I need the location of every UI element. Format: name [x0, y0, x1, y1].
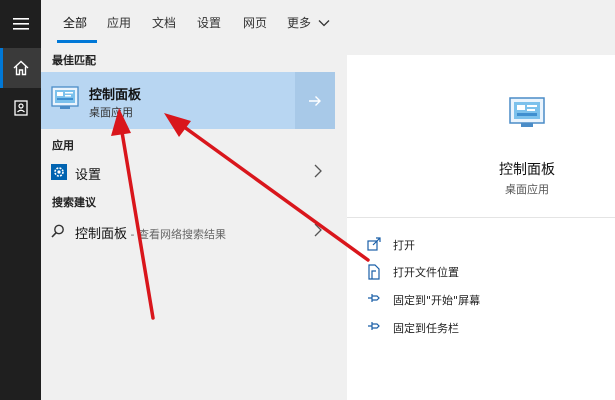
best-match-expand-button[interactable] — [295, 72, 335, 129]
search-filter-tabs: 全部 应用 文档 设置 网页 更多 — [41, 0, 615, 44]
home-button[interactable] — [0, 48, 41, 88]
best-match-title: 控制面板 — [89, 88, 142, 103]
detail-title: 控制面板 — [499, 162, 555, 178]
section-title-apps: 应用 — [52, 139, 74, 152]
left-rail — [0, 0, 41, 400]
pin-icon — [368, 294, 380, 302]
search-icon — [51, 224, 64, 238]
tab-documents[interactable]: 文档 — [152, 14, 176, 31]
section-title-best-match: 最佳匹配 — [52, 54, 96, 67]
gear-icon — [51, 164, 67, 180]
hamburger-menu-button[interactable] — [0, 4, 41, 44]
tab-apps[interactable]: 应用 — [107, 14, 131, 31]
control-panel-icon — [509, 97, 545, 127]
chevron-right-icon — [314, 223, 322, 237]
detail-subtitle: 桌面应用 — [505, 183, 549, 196]
home-icon — [13, 60, 28, 76]
arrow-right-icon — [309, 95, 321, 106]
action-label: 打开文件位置 — [393, 266, 459, 279]
action-label: 打开 — [393, 239, 415, 252]
list-item-settings[interactable]: 设置 — [41, 157, 335, 187]
detail-pane: 控制面板 桌面应用 打开 打开文件位置 固定到"开始"屏幕 固定到任务栏 — [347, 55, 615, 400]
documents-button[interactable] — [0, 88, 41, 128]
document-icon — [13, 100, 28, 116]
tab-web[interactable]: 网页 — [243, 14, 267, 31]
suggestion-query: 控制面板 — [75, 227, 128, 242]
pin-icon — [368, 322, 380, 330]
suggestion-suffix: - 查看网络搜索结果 — [127, 228, 226, 241]
action-label: 固定到任务栏 — [393, 322, 459, 335]
tab-more[interactable]: 更多 — [287, 14, 330, 31]
list-item-label: 设置 — [75, 168, 102, 183]
hamburger-icon — [12, 18, 29, 30]
tab-more-label: 更多 — [287, 16, 312, 30]
chevron-down-icon — [318, 20, 330, 27]
action-label: 固定到"开始"屏幕 — [393, 294, 481, 307]
chevron-right-icon — [314, 164, 322, 178]
best-match-item[interactable]: 控制面板 桌面应用 — [41, 72, 295, 129]
active-tab-indicator — [57, 40, 97, 43]
file-location-icon — [368, 264, 380, 280]
tab-settings[interactable]: 设置 — [197, 14, 221, 31]
section-title-search-suggestions: 搜索建议 — [52, 196, 96, 209]
tab-all[interactable]: 全部 — [63, 14, 87, 31]
detail-header: 控制面板 桌面应用 — [347, 55, 615, 218]
list-item-label: 控制面板 - 查看网络搜索结果 — [75, 223, 226, 242]
open-icon — [367, 237, 381, 251]
search-results: 最佳匹配 控制面板 桌面应用 应用 设置 搜索建议 控制面板 - 查看网络搜索结… — [41, 44, 335, 400]
control-panel-icon — [51, 86, 79, 109]
list-item-web-suggestion[interactable]: 控制面板 - 查看网络搜索结果 — [41, 216, 335, 246]
best-match-subtitle: 桌面应用 — [89, 106, 133, 119]
